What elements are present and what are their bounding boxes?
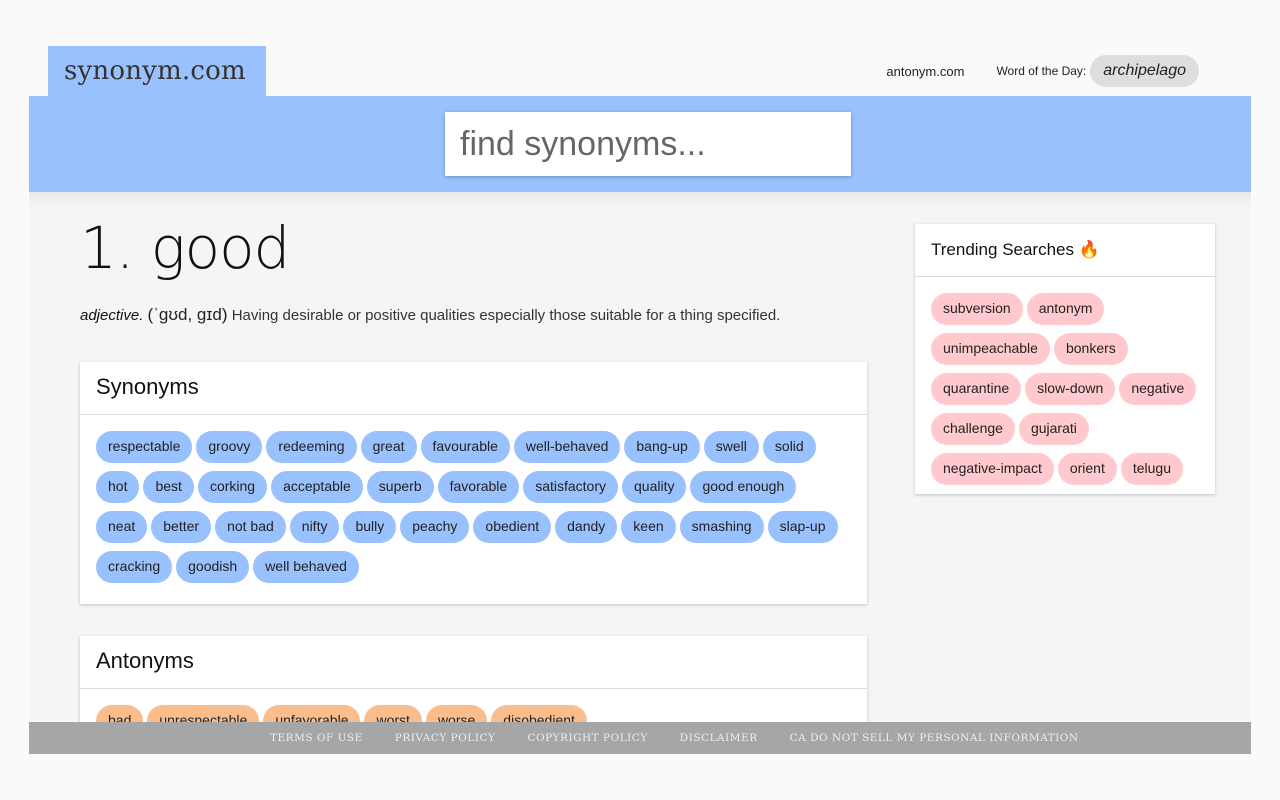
trending-chip[interactable]: gujarati [1018, 413, 1089, 445]
definition-text: Having desirable or positive qualities e… [231, 307, 781, 324]
synonym-chip[interactable]: respectable [96, 431, 193, 463]
trending-heading: Trending Searches 🔥 [915, 224, 1215, 277]
footer-link[interactable]: PRIVACY POLICY [395, 732, 496, 744]
synonym-chip[interactable]: keen [621, 511, 676, 543]
footer-link[interactable]: COPYRIGHT POLICY [527, 732, 647, 744]
synonym-chip[interactable]: better [151, 511, 212, 543]
synonym-chip[interactable]: obedient [473, 511, 552, 543]
synonym-chip[interactable]: slap-up [767, 511, 838, 543]
trending-chip[interactable]: negative-impact [931, 453, 1054, 485]
synonym-chip[interactable]: nifty [289, 511, 340, 543]
search-box[interactable] [445, 112, 851, 176]
synonym-chip[interactable]: dandy [555, 511, 618, 543]
trending-card: Trending Searches 🔥 subversion antonym uni… [915, 224, 1215, 494]
synonym-chip[interactable]: bully [343, 511, 397, 543]
synonym-chip[interactable]: groovy [196, 431, 263, 463]
synonyms-list: respectable groovy redeeming great favourabl… [80, 415, 867, 603]
pronunciation: (ˈɡʊd, ɡɪd) [147, 305, 228, 324]
synonym-chip[interactable]: acceptable [271, 471, 363, 503]
synonym-chip[interactable]: solid [762, 431, 816, 463]
synonym-chip[interactable]: best [143, 471, 194, 503]
synonyms-heading: Synonyms [80, 362, 867, 415]
synonym-chip[interactable]: favorable [437, 471, 520, 503]
synonym-chip[interactable]: well-behaved [513, 431, 621, 463]
trending-chip[interactable]: telugu [1120, 453, 1184, 485]
footer-link[interactable]: TERMS OF USE [270, 732, 363, 744]
footer: TERMS OF USE PRIVACY POLICY COPYRIGHT POLI… [29, 722, 1251, 754]
footer-link[interactable]: CA DO NOT SELL MY PERSONAL INFORMATION [790, 732, 1079, 744]
synonym-chip[interactable]: great [360, 431, 417, 463]
synonyms-card: Synonyms respectable groovy redeeming great… [80, 362, 867, 604]
synonym-chip[interactable]: satisfactory [523, 471, 619, 503]
trending-chip[interactable]: orient [1057, 453, 1117, 485]
footer-link[interactable]: DISCLAIMER [680, 732, 758, 744]
word-of-day-chip[interactable]: archipelago [1090, 55, 1199, 87]
synonym-chip[interactable]: well behaved [253, 551, 359, 583]
synonym-chip[interactable]: smashing [679, 511, 764, 543]
synonym-chip[interactable]: neat [96, 511, 148, 543]
trending-list: subversion antonym unimpeachable bonkers qua… [915, 277, 1215, 493]
antonym-site-link[interactable]: antonym.com [886, 64, 964, 79]
top-links: antonym.com Word of the Day: archipelago [886, 55, 1199, 87]
synonym-chip[interactable]: peachy [400, 511, 470, 543]
synonym-chip[interactable]: swell [703, 431, 759, 463]
trending-chip[interactable]: bonkers [1053, 333, 1128, 365]
trending-chip[interactable]: negative [1119, 373, 1197, 405]
trending-chip[interactable]: antonym [1026, 293, 1105, 325]
definition-line: adjective. (ˈɡʊd, ɡɪd) Having desirable … [80, 305, 780, 325]
synonym-chip[interactable]: cracking [96, 551, 173, 583]
band-shadow [29, 192, 1251, 206]
trending-chip[interactable]: challenge [931, 413, 1015, 445]
search-input[interactable] [460, 124, 851, 164]
synonym-chip[interactable]: goodish [176, 551, 250, 583]
page-frame: synonym.com antonym.com Word of the Day:… [29, 0, 1251, 754]
synonym-chip[interactable]: superb [366, 471, 434, 503]
part-of-speech: adjective. [80, 307, 144, 324]
trending-chip[interactable]: slow-down [1025, 373, 1116, 405]
synonym-chip[interactable]: redeeming [266, 431, 357, 463]
trending-chip[interactable]: subversion [931, 293, 1023, 325]
antonyms-heading: Antonyms [80, 636, 867, 689]
word-of-day-label: Word of the Day: [996, 64, 1087, 78]
synonym-chip[interactable]: corking [197, 471, 268, 503]
search-band [29, 96, 1251, 192]
synonym-chip[interactable]: hot [96, 471, 140, 503]
trending-chip[interactable]: quarantine [931, 373, 1022, 405]
top-bar: synonym.com antonym.com Word of the Day:… [29, 0, 1251, 98]
trending-chip[interactable]: unimpeachable [931, 333, 1050, 365]
site-logo[interactable]: synonym.com [48, 46, 266, 98]
synonym-chip[interactable]: quality [622, 471, 687, 503]
synonym-chip[interactable]: bang-up [624, 431, 700, 463]
word-title: 1. good [80, 214, 290, 282]
synonym-chip[interactable]: not bad [215, 511, 286, 543]
synonym-chip[interactable]: favourable [420, 431, 510, 463]
synonym-chip[interactable]: good enough [690, 471, 797, 503]
